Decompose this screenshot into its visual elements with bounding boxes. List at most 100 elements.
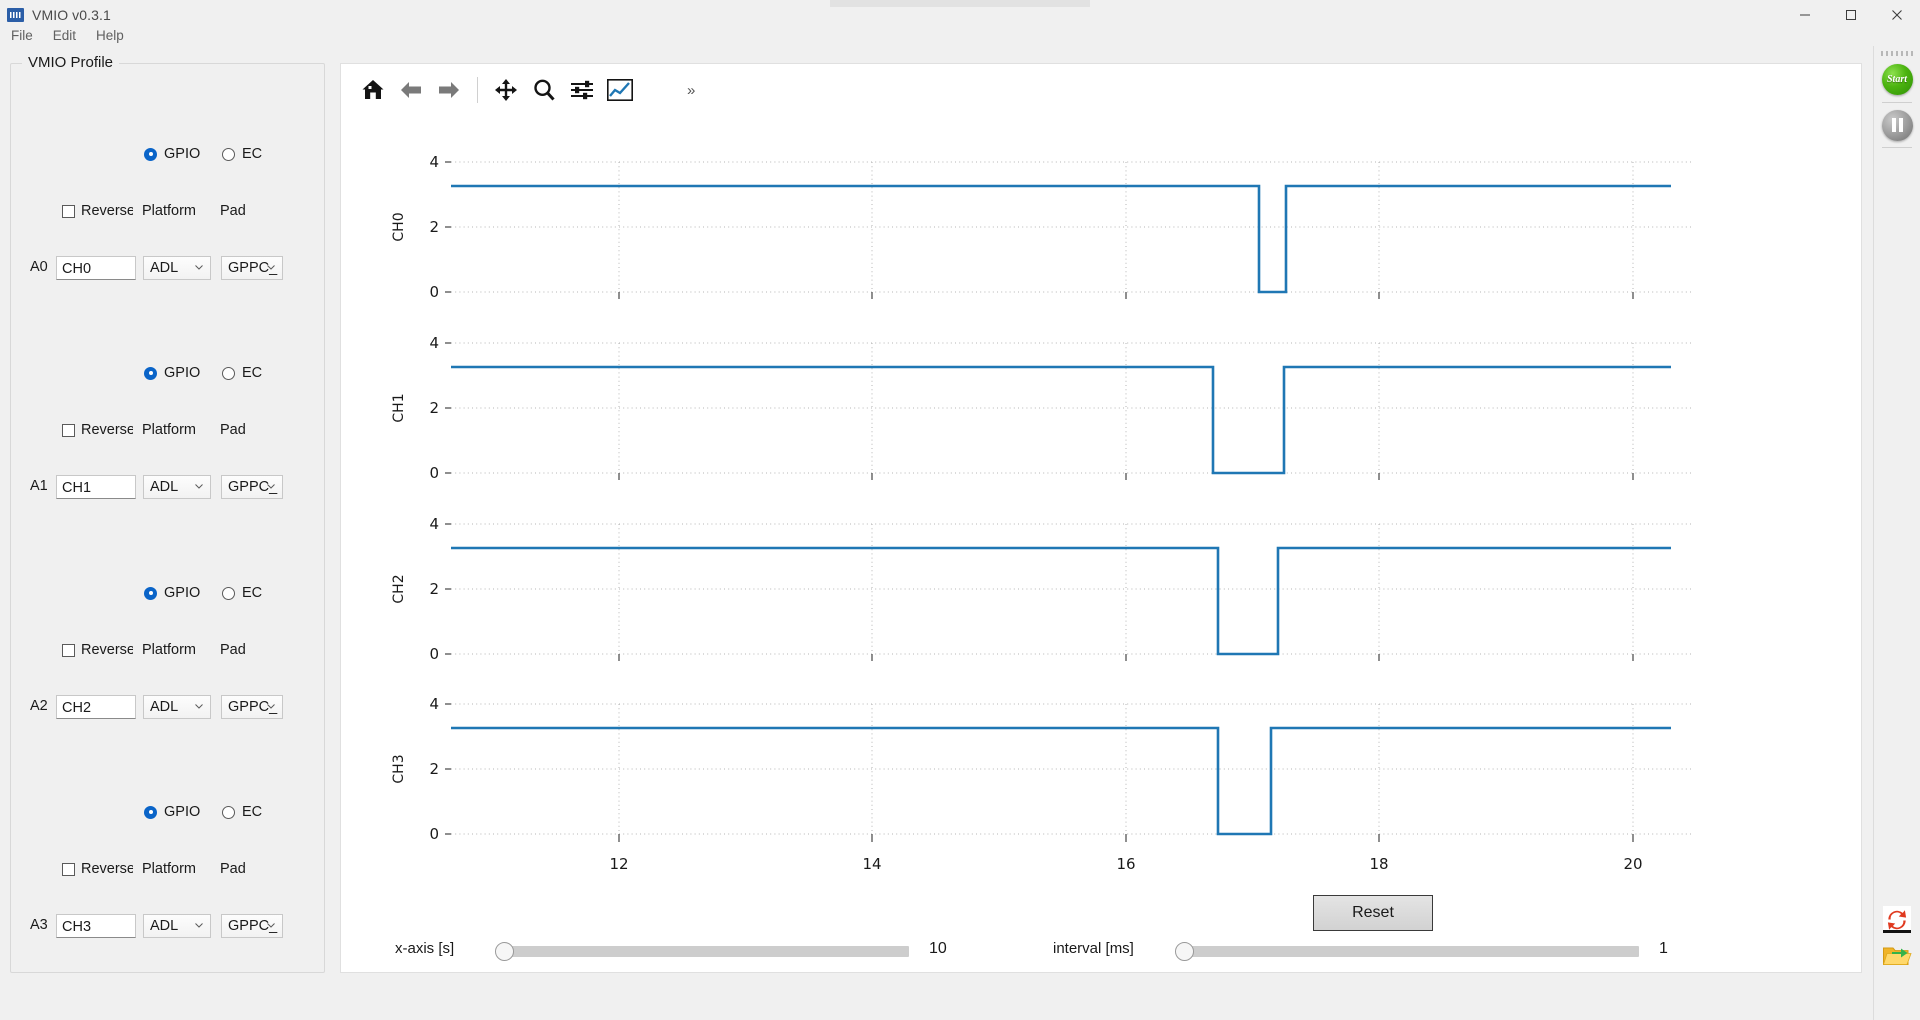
reverse-checkbox-a2[interactable]: [62, 644, 75, 657]
radio-gpio-a0-label: GPIO: [164, 146, 201, 162]
line-chart-icon[interactable]: [601, 71, 639, 109]
rail-divider-2: [1882, 147, 1912, 148]
axis-label-a2: A2: [30, 698, 48, 714]
pad-select-a3[interactable]: GPPC_: [221, 914, 283, 938]
radio-ec-a0-label: EC: [242, 146, 263, 162]
interval-slider-track[interactable]: [1179, 946, 1639, 957]
subplot-ch1: 4 2 0 CH1: [391, 334, 1691, 482]
vmio-logo-icon: [7, 8, 24, 22]
menu-file[interactable]: File: [2, 27, 42, 44]
x-axis-slider-label: x-axis [s]: [395, 940, 455, 957]
reverse-checkbox-a0[interactable]: [62, 205, 75, 218]
svg-text:2: 2: [429, 580, 439, 598]
header-row-a3: Reverse Platform Pad: [0, 860, 313, 880]
chevron-down-icon: [267, 704, 275, 709]
menu-help[interactable]: Help: [87, 27, 133, 44]
radio-ec-a0-dot: [222, 147, 235, 161]
radio-gpio-a3-dot: [144, 805, 157, 819]
svg-text:2: 2: [429, 399, 439, 417]
menu-edit[interactable]: Edit: [44, 27, 85, 44]
toolbar-overflow-button[interactable]: »: [687, 82, 695, 99]
reverse-checkbox-a3[interactable]: [62, 863, 75, 876]
reverse-label-a1: Reverse: [81, 422, 133, 438]
svg-text:0: 0: [429, 283, 439, 301]
pad-select-a0[interactable]: GPPC_: [221, 256, 283, 280]
radio-gpio-a1-label: GPIO: [164, 365, 201, 381]
plot-toolbar: »: [341, 64, 1861, 116]
trace-ch3: [451, 726, 1671, 836]
channel-name-input-a3[interactable]: CH3: [56, 914, 136, 938]
subplot-ch2-ylabel: CH2: [391, 574, 407, 603]
platform-select-a1[interactable]: ADL: [143, 475, 211, 499]
arrow-left-icon[interactable]: [392, 71, 430, 109]
magnifier-icon[interactable]: [525, 71, 563, 109]
channel-name-input-a1[interactable]: CH1: [56, 475, 136, 499]
plot-panel: » .gl { stroke:#b5b5b5; stroke-width:1; …: [340, 63, 1862, 973]
radio-gpio-a3-label: GPIO: [164, 804, 201, 820]
platform-select-a0-value: ADL: [150, 260, 179, 276]
svg-text:4: 4: [429, 695, 439, 713]
platform-select-a3[interactable]: ADL: [143, 914, 211, 938]
waveform-plot-area[interactable]: .gl { stroke:#b5b5b5; stroke-width:1; st…: [341, 116, 1861, 936]
pad-select-a1[interactable]: GPPC_: [221, 475, 283, 499]
radio-gpio-a3[interactable]: GPIO: [144, 804, 200, 820]
chevron-down-icon: [267, 265, 275, 270]
open-folder-icon: [1882, 947, 1912, 965]
svg-text:0: 0: [429, 645, 439, 663]
field-row-a0: A0 CH0 ADL GPPC_: [0, 256, 313, 282]
pad-label-a3: Pad: [220, 861, 246, 877]
radio-ec-a2[interactable]: EC: [222, 585, 262, 601]
refresh-button[interactable]: [1880, 903, 1914, 937]
radio-gpio-a1-dot: [144, 366, 157, 380]
home-icon[interactable]: [354, 71, 392, 109]
platform-select-a2[interactable]: ADL: [143, 695, 211, 719]
sliders-icon[interactable]: [563, 71, 601, 109]
reverse-checkbox-a1[interactable]: [62, 424, 75, 437]
axis-label-a1: A1: [30, 478, 48, 494]
refresh-icon: [1883, 906, 1911, 933]
platform-label-a0: Platform: [142, 203, 196, 219]
radio-ec-a3[interactable]: EC: [222, 804, 262, 820]
start-button-icon: Start: [1881, 63, 1913, 95]
platform-label-a2: Platform: [142, 642, 196, 658]
interval-slider-knob[interactable]: [1175, 942, 1194, 961]
chevron-down-icon: [195, 923, 203, 928]
channel-name-input-a0[interactable]: CH0: [56, 256, 136, 280]
x-axis-slider-track[interactable]: [499, 946, 909, 957]
axis-label-a3: A3: [30, 917, 48, 933]
field-row-a1: A1 CH1 ADL GPPC_: [0, 475, 313, 501]
open-folder-button[interactable]: [1880, 939, 1914, 973]
radio-gpio-a2[interactable]: GPIO: [144, 585, 200, 601]
vmio-profile-panel: [10, 63, 325, 973]
slider-controls: x-axis [s] 10 interval [ms] 1: [341, 928, 1861, 972]
start-button[interactable]: Start: [1880, 62, 1914, 96]
x-axis-slider-knob[interactable]: [495, 942, 514, 961]
radio-ec-a0[interactable]: EC: [222, 146, 262, 162]
subplot-ch3: 4 2 0 CH3 12 14 16 18 20: [391, 695, 1691, 873]
radio-ec-a1[interactable]: EC: [222, 365, 262, 381]
radio-gpio-a2-dot: [144, 586, 157, 600]
platform-select-a0[interactable]: ADL: [143, 256, 211, 280]
trace-ch1: [451, 365, 1671, 475]
radio-gpio-a1[interactable]: GPIO: [144, 365, 200, 381]
move-icon[interactable]: [487, 71, 525, 109]
chevron-down-icon: [195, 484, 203, 489]
toolbar-divider: [477, 77, 478, 103]
xtick-12: 12: [609, 855, 628, 873]
channel-name-input-a2[interactable]: CH2: [56, 695, 136, 719]
platform-select-a3-value: ADL: [150, 918, 179, 934]
vmio-application-window: VMIO v0.3.1 File Edit Help VMIO Profile …: [0, 0, 1920, 1020]
pad-label-a0: Pad: [220, 203, 246, 219]
pad-label-a1: Pad: [220, 422, 246, 438]
pause-button[interactable]: [1880, 108, 1914, 142]
chevron-down-icon: [267, 484, 275, 489]
trace-ch0: [451, 184, 1671, 294]
radio-gpio-a0[interactable]: GPIO: [144, 146, 200, 162]
subplot-ch0: 4 2 0 CH0: [391, 153, 1691, 301]
reverse-label-a2: Reverse: [81, 642, 133, 658]
pad-select-a2[interactable]: GPPC_: [221, 695, 283, 719]
reset-button[interactable]: Reset: [1313, 895, 1433, 931]
field-row-a2: A2 CH2 ADL GPPC_: [0, 695, 313, 721]
arrow-right-icon[interactable]: [430, 71, 468, 109]
platform-label-a3: Platform: [142, 861, 196, 877]
